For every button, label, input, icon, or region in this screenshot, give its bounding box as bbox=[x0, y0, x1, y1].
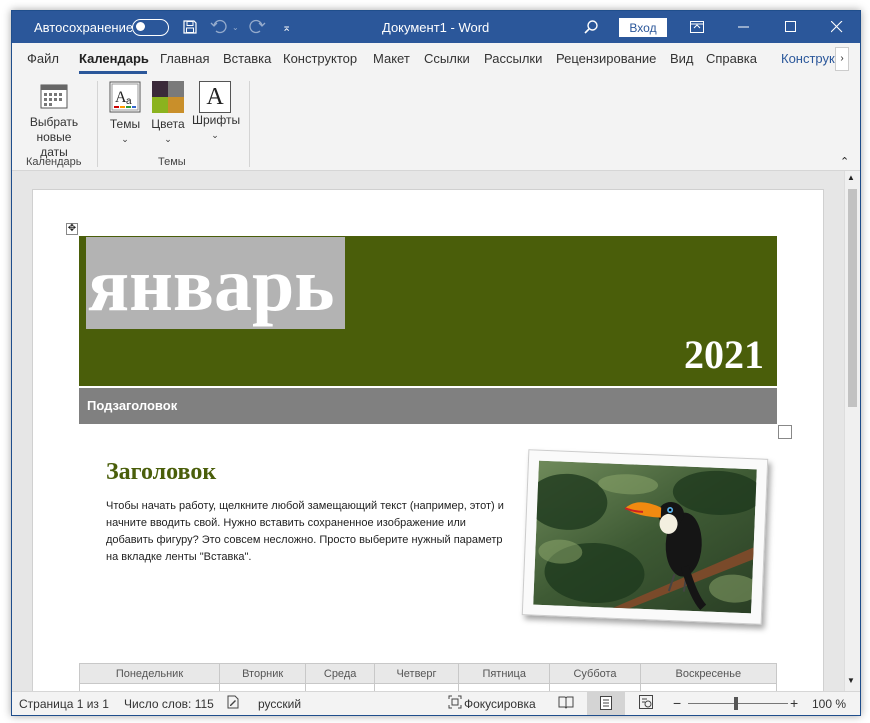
tab-layout[interactable]: Макет bbox=[373, 51, 410, 66]
scroll-up-icon[interactable]: ▲ bbox=[847, 173, 855, 182]
themes-dropdown-icon: ⌄ bbox=[121, 134, 129, 144]
weekday-header[interactable]: Воскресенье bbox=[639, 663, 778, 684]
heading-text[interactable]: Заголовок bbox=[106, 459, 216, 486]
tab-design[interactable]: Конструктор bbox=[283, 51, 357, 66]
vertical-scrollbar[interactable]: ▲ ▼ bbox=[844, 171, 860, 691]
weekday-header[interactable]: Пятница bbox=[458, 663, 551, 684]
weekday-header[interactable]: Четверг bbox=[373, 663, 460, 684]
themes-icon: A a bbox=[109, 81, 141, 113]
tab-mailings[interactable]: Рассылки bbox=[484, 51, 542, 66]
collapse-ribbon-icon[interactable]: ⌃ bbox=[840, 155, 849, 168]
tab-view[interactable]: Вид bbox=[670, 51, 694, 66]
zoom-slider-thumb[interactable] bbox=[734, 697, 738, 710]
weekday-header[interactable]: Среда bbox=[305, 663, 375, 684]
title-bar: Автосохранение ⌄ ⌅ Документ1 - Word Вход bbox=[12, 11, 860, 43]
focus-mode-button[interactable]: Фокусировка bbox=[464, 697, 536, 711]
active-tab-indicator bbox=[79, 71, 147, 74]
undo-dropdown-icon[interactable]: ⌄ bbox=[232, 11, 239, 43]
zoom-level[interactable]: 100 % bbox=[812, 697, 846, 711]
autosave-toggle[interactable] bbox=[132, 11, 169, 43]
word-count[interactable]: Число слов: 115 bbox=[124, 697, 214, 711]
weekday-header[interactable]: Вторник bbox=[218, 663, 307, 684]
ribbon-tabs: Файл Календарь Главная Вставка Конструкт… bbox=[12, 43, 860, 75]
signin-button[interactable]: Вход bbox=[619, 18, 667, 37]
page-counter[interactable]: Страница 1 из 1 bbox=[19, 697, 109, 711]
toucan-image bbox=[527, 460, 763, 614]
print-layout-button[interactable] bbox=[587, 692, 625, 715]
tab-references[interactable]: Ссылки bbox=[424, 51, 470, 66]
group-label-calendar: Календарь bbox=[26, 156, 82, 168]
weekday-header[interactable]: Суббота bbox=[549, 663, 641, 684]
table-resize-handle[interactable] bbox=[778, 425, 792, 439]
customize-qat-icon[interactable]: ⌅ bbox=[282, 11, 291, 43]
document-title: Документ1 - Word bbox=[382, 19, 490, 35]
body-paragraph[interactable]: Чтобы начать работу, щелкните любой заме… bbox=[106, 498, 506, 566]
fonts-dropdown-icon: ⌄ bbox=[211, 130, 219, 140]
group-label-themes: Темы bbox=[158, 156, 186, 168]
ribbon-separator bbox=[97, 81, 98, 167]
fonts-button[interactable]: A Шрифты ⌄ bbox=[192, 81, 241, 143]
focus-icon[interactable] bbox=[448, 695, 462, 712]
svg-text:a: a bbox=[126, 96, 132, 107]
tab-calendar[interactable]: Календарь bbox=[79, 51, 149, 66]
ribbon-separator bbox=[249, 81, 250, 167]
save-icon[interactable] bbox=[182, 11, 198, 43]
toucan-photo[interactable] bbox=[521, 449, 769, 625]
maximize-icon[interactable] bbox=[785, 11, 797, 43]
read-mode-icon[interactable] bbox=[558, 695, 574, 712]
month-title[interactable]: январь bbox=[88, 243, 334, 327]
themes-label: Темы bbox=[109, 117, 141, 131]
fonts-icon: A bbox=[199, 81, 231, 113]
scroll-down-icon[interactable]: ▼ bbox=[847, 676, 855, 685]
colors-label: Цвета bbox=[151, 117, 185, 131]
print-layout-icon bbox=[600, 696, 612, 710]
colors-icon bbox=[152, 81, 184, 113]
proofing-icon[interactable] bbox=[226, 695, 240, 712]
web-layout-icon[interactable] bbox=[639, 695, 653, 712]
year-title[interactable]: 2021 bbox=[684, 331, 764, 378]
themes-button[interactable]: A a Темы ⌄ bbox=[108, 81, 142, 147]
zoom-out-button[interactable]: − bbox=[673, 695, 681, 711]
calendar-icon bbox=[40, 84, 68, 109]
colors-dropdown-icon: ⌄ bbox=[164, 134, 172, 144]
minimize-icon[interactable] bbox=[738, 11, 750, 43]
ribbon-display-options-icon[interactable] bbox=[690, 11, 704, 43]
zoom-in-button[interactable]: + bbox=[790, 695, 798, 711]
ribbon: Выбрать новые даты Календарь A a Темы ⌄ … bbox=[12, 75, 860, 171]
word-window: Автосохранение ⌄ ⌅ Документ1 - Word Вход bbox=[11, 10, 861, 716]
select-dates-label-1: Выбрать bbox=[29, 115, 79, 129]
tabs-scroll-right-icon[interactable]: › bbox=[835, 47, 849, 71]
subheading-bar[interactable]: Подзаголовок bbox=[79, 388, 777, 424]
language-indicator[interactable]: русский bbox=[258, 697, 301, 711]
colors-button[interactable]: Цвета ⌄ bbox=[151, 81, 185, 147]
search-icon[interactable] bbox=[583, 11, 599, 43]
weekday-header[interactable]: Понедельник bbox=[79, 663, 220, 684]
tab-file[interactable]: Файл bbox=[27, 51, 59, 66]
tab-review[interactable]: Рецензирование bbox=[556, 51, 656, 66]
tab-home[interactable]: Главная bbox=[160, 51, 209, 66]
table-move-handle-icon[interactable]: ✥ bbox=[66, 223, 78, 235]
select-new-dates-button[interactable]: Выбрать новые даты bbox=[22, 81, 86, 160]
tab-help[interactable]: Справка bbox=[706, 51, 757, 66]
autosave-label: Автосохранение bbox=[34, 19, 134, 35]
tab-table-design[interactable]: Конструк bbox=[781, 51, 835, 66]
redo-icon[interactable] bbox=[248, 11, 266, 43]
status-bar: Страница 1 из 1 Число слов: 115 русский … bbox=[12, 691, 860, 715]
fonts-label: Шрифты bbox=[192, 113, 241, 127]
zoom-slider-track[interactable] bbox=[688, 703, 788, 704]
scroll-thumb[interactable] bbox=[848, 189, 857, 407]
close-icon[interactable] bbox=[831, 11, 843, 43]
tab-insert[interactable]: Вставка bbox=[223, 51, 271, 66]
calendar-table: Понедельник Вторник Среда Четверг Пятниц… bbox=[79, 663, 778, 694]
undo-icon[interactable] bbox=[210, 11, 228, 43]
